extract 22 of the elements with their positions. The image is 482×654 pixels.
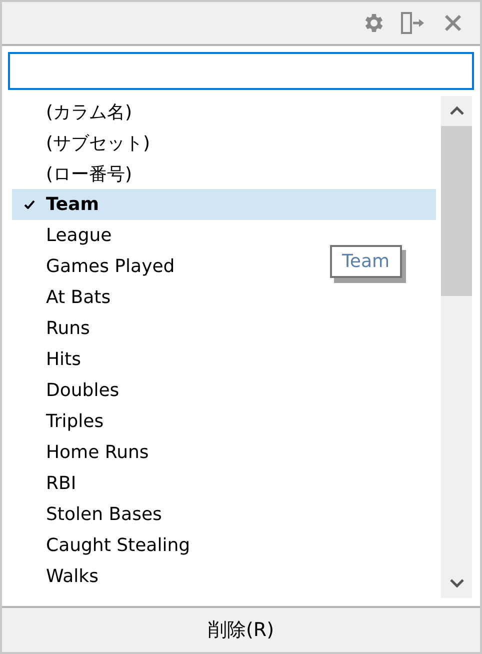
list-item[interactable]: (カラム名) [12,96,136,127]
search-field[interactable] [8,52,474,90]
scroll-up-icon[interactable] [450,106,464,116]
exit-icon[interactable] [400,10,426,36]
list-item[interactable]: Walks [12,561,102,592]
list-item[interactable]: Stolen Bases [12,499,166,530]
list-item[interactable]: Home Runs [12,437,153,468]
scrollbar[interactable] [441,96,472,598]
list-item[interactable]: (ロー番号) [12,158,136,189]
list-item[interactable]: At Bats [12,282,115,313]
list-item[interactable]: RBI [12,468,80,499]
list-item[interactable]: Runs [12,313,94,344]
list-item[interactable]: Games Played [12,251,179,282]
list-item[interactable]: Doubles [12,375,124,406]
list-item[interactable]: Caught Stealing [12,530,194,561]
scroll-thumb[interactable] [441,126,472,296]
list-item[interactable]: Hits [12,344,85,375]
scroll-down-icon[interactable] [450,578,464,588]
list-item[interactable]: League [12,220,116,251]
list-item[interactable]: Team [12,189,436,220]
list-item[interactable]: (サブセット) [12,127,154,158]
list-item[interactable]: Triples [12,406,108,437]
